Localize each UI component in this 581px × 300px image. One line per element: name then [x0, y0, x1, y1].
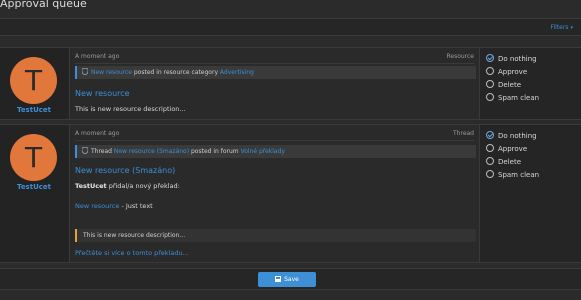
author-name[interactable]: TestUcet [75, 182, 107, 190]
quote-box: This is new resource description... [75, 229, 476, 242]
chevron-down-icon: ▾ [570, 25, 573, 31]
action-label: Delete [498, 158, 521, 166]
action-do-nothing[interactable]: Do nothing [486, 131, 537, 141]
radio-checked-icon[interactable] [486, 54, 494, 62]
action-do-nothing[interactable]: Do nothing [486, 54, 537, 64]
page-title: Approval queue [0, 0, 87, 10]
content-type: Resource [446, 53, 474, 60]
meta-row: A moment ago Thread [75, 130, 474, 141]
action-delete[interactable]: Delete [486, 80, 521, 90]
action-spam-clean[interactable]: Spam clean [486, 170, 539, 180]
user-column: T TestUcet [0, 48, 68, 119]
radio-icon[interactable] [486, 80, 494, 88]
info-text: posted in forum [191, 148, 239, 155]
resource-line: New resource - Just text [75, 202, 153, 210]
info-box: New resource posted in resource category… [75, 66, 476, 79]
info-text: posted in resource category [133, 69, 218, 76]
user-column: T TestUcet [0, 125, 68, 262]
radio-icon[interactable] [486, 93, 494, 101]
content-type: Thread [453, 130, 474, 137]
action-label: Delete [498, 81, 521, 89]
action-label: Spam clean [498, 94, 540, 102]
action-label: Approve [498, 68, 528, 76]
resource-link[interactable]: New resource [75, 202, 119, 210]
avatar[interactable]: T [10, 134, 57, 181]
queue-item-thread: T TestUcet A moment ago Thread Thread Ne… [0, 124, 581, 263]
shield-icon [82, 68, 88, 75]
actions-column: Do nothing Approve Delete Spam clean [481, 125, 581, 262]
forum-link[interactable]: Volné překlady [241, 148, 285, 155]
radio-icon[interactable] [486, 67, 494, 75]
actions-column: Do nothing Approve Delete Spam clean [481, 48, 581, 119]
divider [75, 63, 474, 64]
item-description: This is new resource description... [75, 105, 186, 113]
author-action-text: přidal/a nový překlad: [108, 182, 180, 190]
filters-label: Filters [550, 24, 569, 31]
footer-bar: Save [0, 268, 581, 290]
save-button[interactable]: Save [258, 272, 316, 287]
action-spam-clean[interactable]: Spam clean [486, 93, 539, 103]
item-title-link[interactable]: New resource (Smazáno) [75, 166, 175, 175]
username-link[interactable]: TestUcet [0, 106, 68, 114]
divider [75, 140, 474, 141]
username-link[interactable]: TestUcet [0, 183, 68, 191]
avatar[interactable]: T [10, 57, 57, 104]
item-title-link[interactable]: New resource [75, 89, 130, 98]
action-delete[interactable]: Delete [486, 157, 521, 167]
action-label: Do nothing [498, 55, 537, 63]
save-label: Save [284, 276, 299, 283]
action-label: Do nothing [498, 132, 537, 140]
meta-row: A moment ago Resource [75, 53, 474, 64]
radio-icon[interactable] [486, 157, 494, 165]
action-approve[interactable]: Approve [486, 144, 527, 154]
content-column: A moment ago Resource New resource poste… [69, 48, 480, 119]
author-line: TestUcet přidal/a nový překlad: [75, 182, 180, 190]
filters-dropdown[interactable]: Filters ▾ [550, 24, 573, 31]
filter-bar: Filters ▾ [0, 18, 581, 36]
timestamp: A moment ago [75, 130, 120, 137]
action-label: Approve [498, 145, 528, 153]
info-prefix: Thread [91, 148, 112, 155]
timestamp: A moment ago [75, 53, 120, 60]
thread-link[interactable]: New resource (Smazáno) [114, 148, 189, 155]
queue-item-resource: T TestUcet A moment ago Resource New res… [0, 47, 581, 120]
radio-icon[interactable] [486, 170, 494, 178]
action-approve[interactable]: Approve [486, 67, 527, 77]
action-label: Spam clean [498, 171, 540, 179]
info-box: Thread New resource (Smazáno) posted in … [75, 145, 476, 158]
content-column: A moment ago Thread Thread New resource … [69, 125, 480, 262]
category-link[interactable]: Advertising [220, 69, 254, 76]
radio-checked-icon[interactable] [486, 131, 494, 139]
resource-text: - Just text [121, 202, 153, 210]
shield-icon [82, 147, 88, 154]
resource-link[interactable]: New resource [91, 69, 132, 76]
save-icon [275, 276, 282, 282]
radio-icon[interactable] [486, 144, 494, 152]
read-more-link[interactable]: Přečtěte si více o tomto překladu... [75, 249, 189, 257]
